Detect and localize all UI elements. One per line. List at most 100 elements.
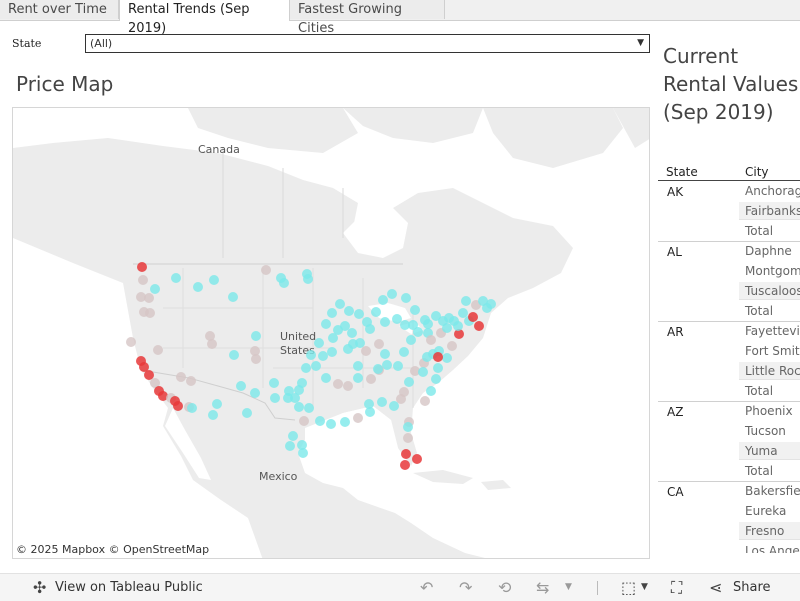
city-marker[interactable] [269, 378, 279, 388]
city-marker[interactable] [299, 416, 309, 426]
city-marker[interactable] [207, 339, 217, 349]
city-marker[interactable] [261, 265, 271, 275]
city-marker[interactable] [306, 350, 316, 360]
city-marker[interactable] [410, 305, 420, 315]
city-cell[interactable]: Fort Smith [739, 342, 800, 360]
rental-values-table[interactable]: State City AK Anchorage Fairbanks Total … [658, 165, 800, 553]
chevron-down-icon[interactable]: ▼ [641, 574, 648, 601]
city-marker[interactable] [335, 299, 345, 309]
city-marker[interactable] [187, 403, 197, 413]
city-marker[interactable] [137, 262, 147, 272]
city-marker[interactable] [298, 448, 308, 458]
city-marker[interactable] [406, 335, 416, 345]
city-marker[interactable] [303, 274, 313, 284]
city-marker[interactable] [371, 307, 381, 317]
city-marker[interactable] [326, 419, 336, 429]
city-marker[interactable] [327, 347, 337, 357]
city-marker[interactable] [401, 293, 411, 303]
city-marker[interactable] [442, 353, 452, 363]
city-marker[interactable] [171, 273, 181, 283]
share-icon[interactable]: ⋖ [709, 574, 722, 601]
city-marker[interactable] [311, 361, 321, 371]
city-marker[interactable] [327, 308, 337, 318]
city-marker[interactable] [433, 363, 443, 373]
city-marker[interactable] [361, 346, 371, 356]
city-marker[interactable] [126, 337, 136, 347]
city-marker[interactable] [461, 296, 471, 306]
city-marker[interactable] [393, 361, 403, 371]
city-marker[interactable] [373, 364, 383, 374]
city-marker[interactable] [186, 376, 196, 386]
city-marker[interactable] [423, 319, 433, 329]
city-cell[interactable]: Little Rock [739, 362, 800, 380]
chevron-down-icon[interactable]: ▼ [637, 35, 644, 52]
city-marker[interactable] [176, 372, 186, 382]
city-marker[interactable] [380, 317, 390, 327]
tab-fastest-growing-cities[interactable]: Fastest Growing Cities [290, 0, 445, 36]
city-marker[interactable] [404, 377, 414, 387]
city-marker[interactable] [389, 401, 399, 411]
city-marker[interactable] [212, 399, 222, 409]
city-marker[interactable] [138, 275, 148, 285]
city-marker[interactable] [387, 289, 397, 299]
tab-rent-over-time[interactable]: Rent over Time [0, 0, 119, 19]
city-marker[interactable] [343, 344, 353, 354]
city-marker[interactable] [279, 278, 289, 288]
city-marker[interactable] [270, 393, 280, 403]
city-marker[interactable] [173, 401, 183, 411]
city-cell[interactable]: Los Angeles [739, 542, 800, 553]
city-marker[interactable] [426, 386, 436, 396]
city-cell[interactable]: Fayetteville [739, 322, 800, 340]
city-cell[interactable]: Yuma [739, 442, 800, 460]
city-marker[interactable] [153, 345, 163, 355]
city-marker[interactable] [447, 341, 457, 351]
fullscreen-icon[interactable]: ⛶ [671, 574, 682, 601]
city-marker[interactable] [344, 306, 354, 316]
city-marker[interactable] [290, 393, 300, 403]
city-cell[interactable]: Bakersfield [739, 482, 800, 500]
city-marker[interactable] [355, 338, 365, 348]
city-cell[interactable]: Tuscaloosa [739, 282, 800, 300]
city-cell[interactable]: Fresno [739, 522, 800, 540]
city-marker[interactable] [399, 347, 409, 357]
city-marker[interactable] [403, 433, 413, 443]
city-marker[interactable] [251, 354, 261, 364]
city-marker[interactable] [315, 416, 325, 426]
city-marker[interactable] [236, 381, 246, 391]
city-marker[interactable] [343, 381, 353, 391]
city-marker[interactable] [193, 282, 203, 292]
city-cell[interactable]: Total [739, 222, 800, 240]
city-marker[interactable] [433, 352, 443, 362]
city-cell[interactable]: Tucson [739, 422, 800, 440]
city-marker[interactable] [354, 309, 364, 319]
city-marker[interactable] [482, 303, 492, 313]
redo-icon[interactable]: ↷ [459, 574, 472, 601]
city-marker[interactable] [426, 335, 436, 345]
share-button[interactable]: Share [733, 574, 771, 601]
city-marker[interactable] [458, 308, 468, 318]
city-marker[interactable] [377, 397, 387, 407]
revert-icon[interactable]: ⟲ [498, 574, 511, 601]
map-attribution[interactable]: © 2025 Mapbox © OpenStreetMap [16, 543, 209, 556]
city-marker[interactable] [380, 349, 390, 359]
city-marker[interactable] [304, 403, 314, 413]
city-marker[interactable] [294, 402, 304, 412]
city-cell[interactable]: Eureka [739, 502, 800, 520]
city-marker[interactable] [347, 328, 357, 338]
city-marker[interactable] [353, 361, 363, 371]
city-marker[interactable] [340, 417, 350, 427]
city-marker[interactable] [353, 413, 363, 423]
city-cell[interactable]: Daphne [739, 242, 800, 260]
city-marker[interactable] [412, 454, 422, 464]
city-marker[interactable] [251, 331, 261, 341]
city-marker[interactable] [242, 408, 252, 418]
city-marker[interactable] [318, 351, 328, 361]
city-marker[interactable] [474, 321, 484, 331]
city-marker[interactable] [364, 399, 374, 409]
city-marker[interactable] [228, 292, 238, 302]
city-marker[interactable] [250, 388, 260, 398]
city-marker[interactable] [431, 374, 441, 384]
view-on-tableau-public-link[interactable]: View on Tableau Public [55, 574, 203, 601]
city-marker[interactable] [288, 431, 298, 441]
city-marker[interactable] [145, 308, 155, 318]
